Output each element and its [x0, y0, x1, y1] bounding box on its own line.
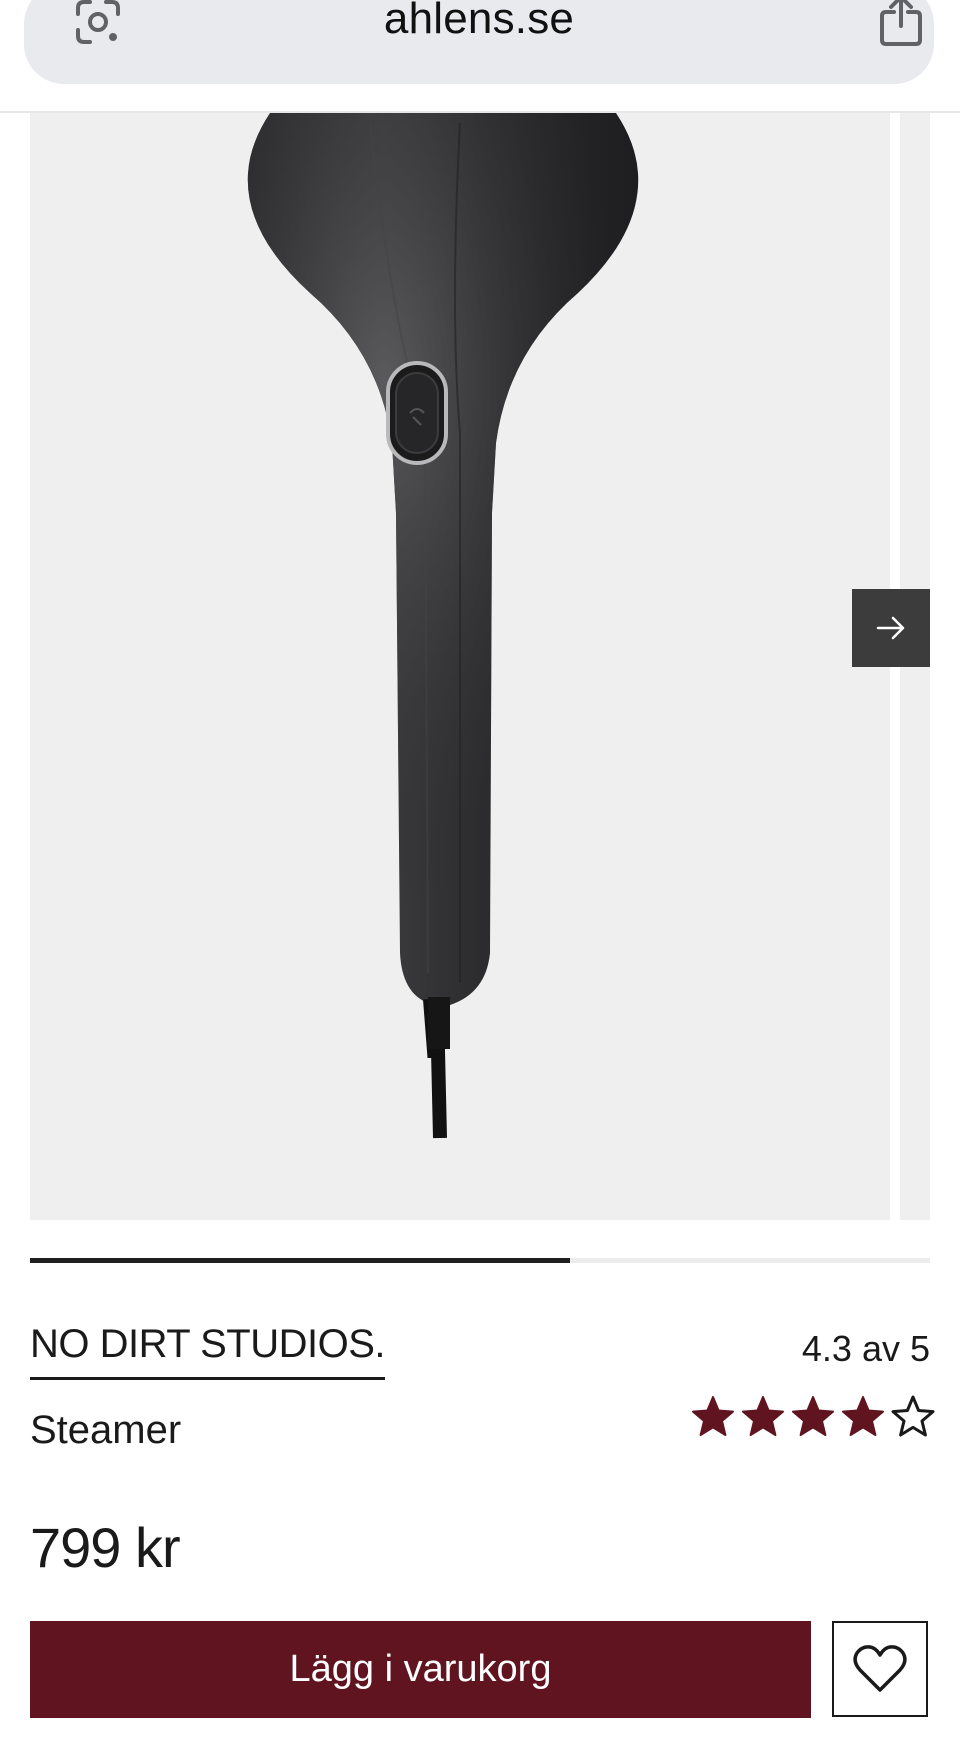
star-filled-icon: [842, 1396, 884, 1436]
rating-text: 4.3 av 5: [801, 1328, 930, 1369]
rating-stars[interactable]: [690, 1394, 936, 1440]
add-to-cart-label: Lägg i varukorg: [289, 1648, 552, 1690]
brand-link[interactable]: NO DIRT STUDIOS.: [30, 1322, 386, 1380]
product-image[interactable]: [30, 113, 890, 1220]
heart-icon: [853, 1645, 907, 1692]
star-filled-icon: [692, 1396, 734, 1436]
gallery-progress-bar: [30, 1258, 930, 1263]
star-filled-icon: [792, 1396, 834, 1436]
wishlist-button[interactable]: [832, 1621, 928, 1717]
gallery-progress-fill: [30, 1258, 570, 1263]
url-text[interactable]: ahlens.se: [24, 0, 934, 44]
product-price: 799 kr: [30, 1516, 181, 1579]
address-bar[interactable]: ahlens.se: [24, 0, 934, 84]
star-filled-icon: [742, 1396, 784, 1436]
star-outline-icon: [891, 1395, 935, 1437]
arrow-right-icon: [876, 616, 905, 640]
next-image-button[interactable]: [852, 589, 930, 667]
steamer-image: [247, 113, 639, 1139]
add-to-cart-button[interactable]: Lägg i varukorg: [30, 1621, 811, 1718]
share-icon[interactable]: [876, 0, 926, 48]
product-name: Steamer: [30, 1408, 182, 1452]
